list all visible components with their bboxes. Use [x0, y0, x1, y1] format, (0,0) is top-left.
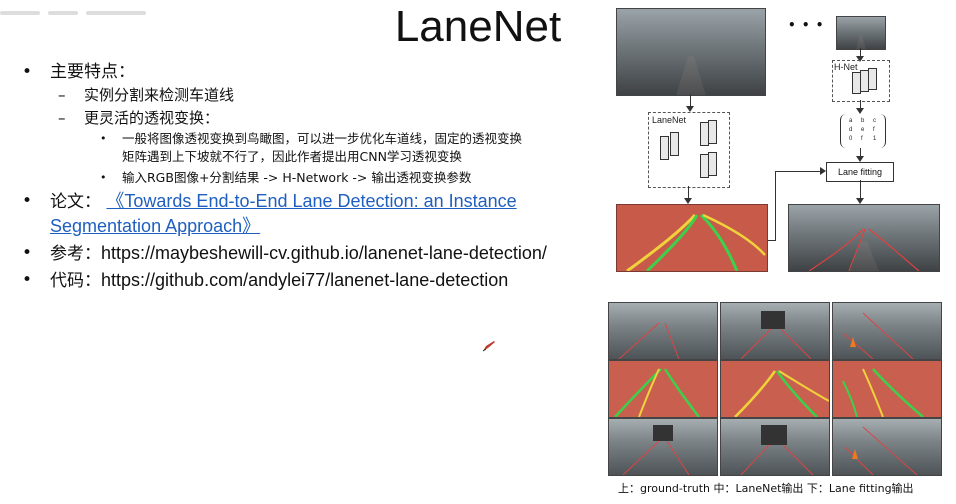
lanenet-layer-6 — [708, 152, 717, 176]
lanenet-output-1 — [608, 360, 718, 418]
reference-url[interactable]: https://maybeshewill-cv.github.io/lanene… — [101, 243, 547, 263]
ellipsis: • • • — [788, 18, 825, 32]
seg-to-fit-head — [820, 167, 826, 175]
detail-perspective-2: 输入RGB图像+分割结果 -> H-Network -> 输出透视变换参数 — [22, 169, 607, 187]
bullet-features: 主要特点： — [22, 60, 607, 84]
lanenet-layer-4 — [708, 120, 717, 144]
seg-to-fit-h2 — [775, 171, 821, 172]
results-grid — [608, 302, 942, 476]
fit-output-2 — [720, 418, 830, 476]
architecture-diagram: • • • LaneNet H-Net a d 0 b e f c f 1 La… — [608, 4, 948, 272]
matrix-col-1: a d 0 — [849, 118, 853, 142]
results-caption: 上：ground-truth 中：LaneNet输出 下：Lane fittin… — [618, 482, 914, 495]
lanenet-layer-1 — [660, 136, 669, 160]
lanenet-label: LaneNet — [652, 115, 687, 125]
lanenet-output-2 — [720, 360, 830, 418]
bullet-code: 代码：https://github.com/andylei77/lanenet-… — [22, 268, 607, 293]
matrix-col-3: c f 1 — [873, 118, 877, 142]
code-url[interactable]: https://github.com/andylei77/lanenet-lan… — [101, 270, 508, 290]
gt-image-2 — [720, 302, 830, 360]
lane-fitting-output-image — [788, 204, 940, 272]
matrix-col-2: b e f — [861, 118, 865, 142]
bullet-paper: 论文： 《Towards End-to-End Lane Detection: … — [22, 189, 607, 239]
fit-output-3 — [832, 418, 942, 476]
gt-image-3 — [832, 302, 942, 360]
fit-lanes — [808, 228, 920, 271]
sub-bullet-instance-seg: 实例分割来检测车道线 — [22, 84, 607, 107]
segmentation-output-image — [616, 204, 768, 272]
lanenet-output-3 — [832, 360, 942, 418]
detail-perspective-1: 一般将图像透视变换到鸟瞰图，可以进一步优化车道线，固定的透视变换 矩阵遇到上下坡… — [22, 130, 607, 166]
detail-line-1: 一般将图像透视变换到鸟瞰图，可以进一步优化车道线，固定的透视变换 — [122, 131, 523, 146]
detail-line-2: 矩阵遇到上下坡就不行了，因此作者提出用CNN学习透视变换 — [122, 149, 462, 164]
reference-label: 参考： — [50, 244, 101, 264]
hnet-layer-3 — [868, 68, 877, 90]
transform-matrix: a d 0 b e f c f 1 — [840, 114, 886, 148]
input-image-large — [616, 8, 766, 96]
paper-label: 论文： — [50, 192, 101, 212]
bullet-reference: 参考：https://maybeshewill-cv.github.io/lan… — [22, 241, 607, 266]
pen-cursor-icon — [482, 341, 495, 352]
seg-to-fit-v — [775, 171, 776, 241]
code-label: 代码： — [50, 271, 101, 291]
input-image-small — [836, 16, 886, 50]
fit-out-shaft — [860, 180, 861, 200]
seg-lanes — [626, 213, 766, 271]
lanenet-layer-2 — [670, 132, 679, 156]
lane-fitting-box: Lane fitting — [826, 162, 894, 182]
paper-title-line-2: Segmentation Approach》 — [50, 216, 261, 236]
paper-link[interactable]: 《Towards End-to-End Lane Detection: an I… — [50, 191, 517, 236]
bullet-list: 主要特点： 实例分割来检测车道线 更灵活的透视变换： 一般将图像透视变换到鸟瞰图… — [22, 60, 607, 293]
gt-image-1 — [608, 302, 718, 360]
sub-bullet-perspective: 更灵活的透视变换： — [22, 107, 607, 130]
hnet-label: H-Net — [834, 62, 858, 72]
fit-output-1 — [608, 418, 718, 476]
paper-title-line-1: 《Towards End-to-End Lane Detection: an I… — [106, 191, 517, 211]
